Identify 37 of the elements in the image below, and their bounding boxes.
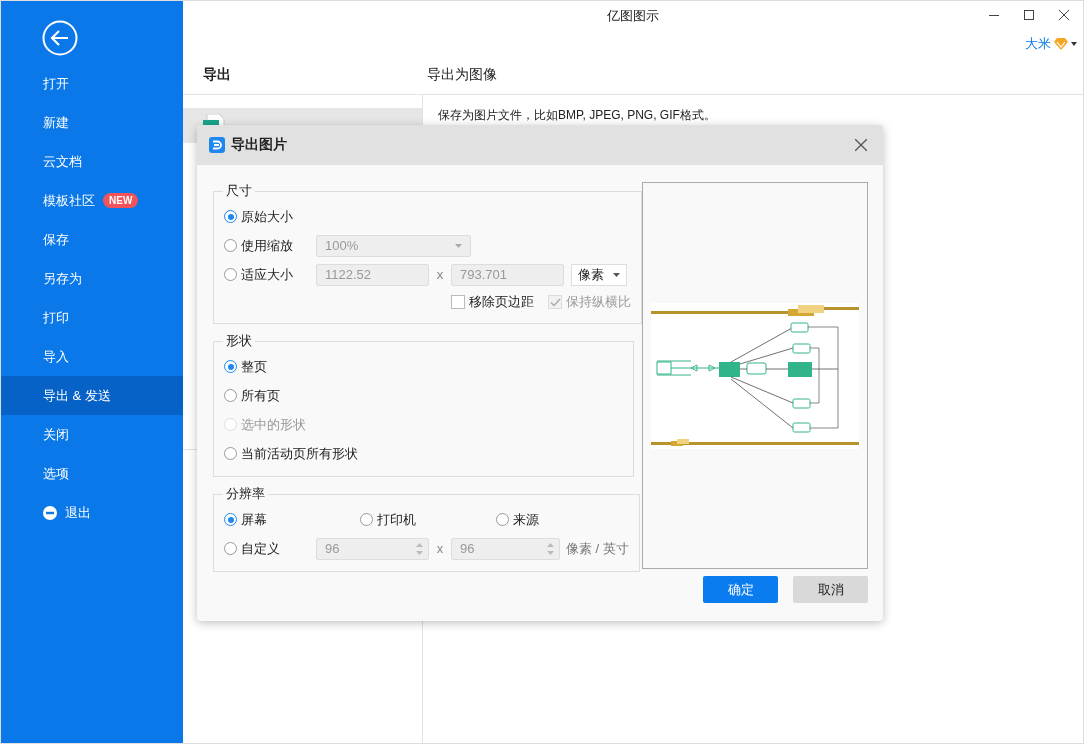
menu-label: 云文档 (43, 152, 82, 171)
group-title: 尺寸 (225, 182, 253, 200)
times-sign: x (435, 541, 445, 556)
dialog-title: 导出图片 (231, 136, 288, 154)
option-label: 适应大小 (241, 265, 294, 284)
option-label: 打印机 (377, 510, 417, 529)
description-text: 保存为图片文件，比如BMP, JPEG, PNG, GIF格式。 (438, 107, 717, 124)
checkbox-label: 保持纵横比 (566, 293, 631, 311)
option-label: 屏幕 (241, 510, 268, 529)
menu-label: 另存为 (43, 269, 82, 288)
unit-label: 像素 / 英寸 (566, 539, 629, 558)
option-label: 原始大小 (241, 207, 294, 226)
option-label: 当前活动页所有形状 (241, 444, 358, 463)
content-heading: 导出为图像 (427, 66, 497, 84)
option-label: 自定义 (241, 539, 281, 558)
option-label: 来源 (513, 510, 540, 529)
new-badge: NEW (103, 193, 139, 208)
menu-label: 新建 (43, 113, 69, 132)
menu-label: 导出 & 发送 (43, 386, 111, 405)
option-label: 选中的形状 (241, 415, 307, 434)
menu-label: 选项 (43, 464, 69, 483)
menu-label: 模板社区 (43, 191, 95, 210)
menu-label: 打开 (43, 74, 69, 93)
checkbox-label: 移除页边距 (469, 293, 534, 311)
group-title: 形状 (225, 332, 253, 350)
menu-label: 打印 (43, 308, 69, 327)
window-title: 亿图图示 (607, 7, 659, 25)
menu-label: 导入 (43, 347, 69, 366)
section-heading: 导出 (202, 66, 232, 84)
menu-label: 保存 (43, 230, 69, 249)
times-sign: x (435, 267, 445, 282)
menu-label: 关闭 (43, 425, 69, 444)
option-label: 使用缩放 (241, 236, 294, 255)
option-label: 整页 (241, 357, 268, 376)
option-label: 所有页 (241, 386, 281, 405)
group-title: 分辨率 (225, 485, 266, 503)
menu-label: 退出 (65, 503, 91, 522)
